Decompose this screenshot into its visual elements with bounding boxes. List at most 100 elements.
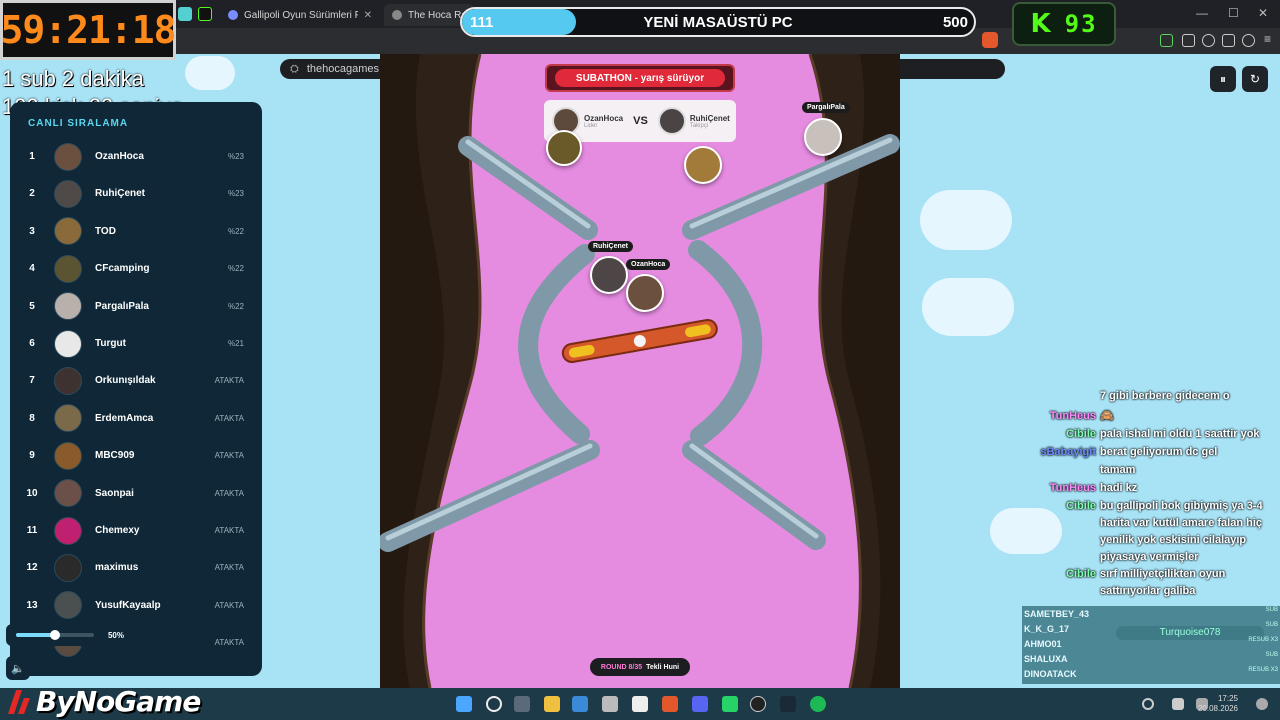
- explorer-icon[interactable]: [544, 696, 560, 712]
- minimize-icon[interactable]: —: [1196, 6, 1208, 20]
- player-status: %22: [227, 264, 244, 274]
- music-icon[interactable]: [1202, 34, 1215, 47]
- tray-volume-icon[interactable]: [1172, 698, 1184, 710]
- player-name: Orkunışıldak: [95, 375, 156, 387]
- banner-text: SUBATHON - yarış sürüyor: [555, 69, 725, 87]
- player-status: %23: [227, 189, 244, 199]
- speaker-icon[interactable]: 🔈: [6, 656, 30, 680]
- leaderboard-row: 8 ErdemAmca ATAKTA: [10, 400, 262, 437]
- tab-gallipoli[interactable]: Gallipoli Oyun Sürümleri Farkları - G...…: [220, 4, 380, 26]
- sub-rule-text: 1 sub 2 dakika: [2, 66, 144, 91]
- player-name: CFcamping: [95, 263, 150, 275]
- rank: 11: [26, 525, 38, 536]
- volume-value: 50%: [107, 630, 124, 640]
- notion-icon[interactable]: [632, 696, 648, 712]
- rank: 7: [29, 375, 35, 387]
- vs-right-name: RuhiÇenet: [689, 113, 730, 123]
- extension-icon[interactable]: [1160, 34, 1173, 47]
- reset-button[interactable]: ↻: [1242, 66, 1268, 92]
- player-tag: OzanHoca: [626, 259, 671, 270]
- player-status: ATAKTA: [214, 563, 244, 573]
- discord-icon[interactable]: [692, 696, 708, 712]
- photos-icon[interactable]: [572, 696, 588, 712]
- tab-favicon-1[interactable]: [178, 7, 192, 21]
- event-name: SAMETBEY_43: [1024, 609, 1090, 619]
- brave-icon[interactable]: [662, 696, 678, 712]
- menu-icon[interactable]: ≡: [1264, 32, 1271, 46]
- round-label: ROUND 8/35: [600, 663, 643, 671]
- tab-title: The Hoca Ra...: [408, 9, 466, 21]
- tab-title: Gallipoli Oyun Sürümleri Farkları - G...: [244, 9, 358, 21]
- close-window-icon[interactable]: ✕: [1258, 6, 1268, 20]
- task-view-icon[interactable]: [514, 696, 530, 712]
- volume-track[interactable]: [16, 630, 94, 640]
- avatar: [54, 179, 82, 208]
- search-icon[interactable]: [486, 696, 502, 712]
- rank: 2: [29, 188, 35, 200]
- leaderboard-row: 6 Turgut %21: [10, 325, 262, 362]
- volume-slider[interactable]: 50%: [6, 624, 134, 646]
- cloud-decoration: [920, 190, 1012, 250]
- leaderboard-row: 1 OzanHoca %23: [10, 138, 262, 175]
- rank: 12: [26, 562, 38, 574]
- puzzle-icon[interactable]: [1182, 34, 1195, 47]
- rank: 5: [29, 300, 35, 312]
- avatar: [54, 217, 82, 246]
- recent-events: Turquoise078 SAMETBEY_43 SUB K_K_G_17 SUB AH…: [1022, 606, 1280, 684]
- ai-icon[interactable]: [602, 696, 618, 712]
- spotify-icon[interactable]: [810, 696, 826, 712]
- brave-shield-icon[interactable]: [982, 32, 998, 48]
- event-type: RESUB X3: [1248, 637, 1278, 643]
- steam-icon[interactable]: [780, 696, 796, 712]
- leaderboard-title: CANLI SIRALAMA: [28, 118, 129, 129]
- chat-text: hadi kz: [1100, 482, 1138, 494]
- clock[interactable]: 17:25 20.08.2026: [1198, 694, 1238, 714]
- avatar: [54, 404, 82, 433]
- player-status: ATAKTA: [214, 638, 244, 648]
- player-status: ATAKTA: [214, 451, 244, 461]
- avatar: [54, 516, 82, 545]
- event-type: RESUB X3: [1248, 667, 1278, 673]
- obs-icon[interactable]: [750, 696, 766, 712]
- pause-button[interactable]: ⏸: [1210, 66, 1236, 92]
- avatar: [54, 366, 82, 395]
- chat-username: Cibile: [1066, 568, 1096, 580]
- windows-start-icon[interactable]: [456, 696, 472, 712]
- close-icon[interactable]: ✕: [364, 10, 372, 21]
- leaderboard-row: 4 CFcamping %22: [10, 250, 262, 287]
- leaderboard-row: 10 Saonpai ATAKTA: [10, 475, 262, 512]
- player-name: Chemexy: [95, 525, 140, 536]
- gemini-icon: [228, 10, 238, 20]
- maximize-icon[interactable]: ☐: [1228, 6, 1239, 20]
- cloud-decoration: [185, 56, 235, 90]
- clock-time: 17:25: [1217, 694, 1238, 703]
- tray-wifi-icon[interactable]: [1142, 698, 1154, 710]
- vs-left-sub: Lider: [584, 122, 598, 129]
- chat-text: sırf milliyetçilikten oyun sattırıyorlar…: [1100, 568, 1226, 597]
- player-status: %23: [227, 152, 244, 161]
- download-icon[interactable]: [1222, 34, 1235, 47]
- rank: 6: [29, 338, 35, 349]
- player-tag: RuhiÇenet: [588, 241, 633, 252]
- site-info-icon[interactable]: ⛭: [290, 63, 299, 76]
- avatar: [657, 107, 686, 135]
- player-name: YusufKayaalp: [95, 599, 161, 611]
- chat-username: TunHeus: [1049, 410, 1096, 422]
- round-indicator: ROUND 8/35 Tekli Huni: [590, 658, 690, 676]
- vpn-icon[interactable]: [1242, 34, 1255, 47]
- event-name: K_K_G_17: [1024, 624, 1070, 634]
- rank: 8: [29, 412, 35, 424]
- vs-right-sub: Takipçi: [689, 122, 709, 129]
- kick-tab-icon[interactable]: [198, 7, 212, 21]
- avatar: [54, 254, 82, 283]
- notification-icon[interactable]: [1256, 698, 1268, 710]
- vs-left-name: OzanHoca: [584, 113, 624, 123]
- volume-knob[interactable]: [49, 630, 60, 640]
- cloud-decoration: [922, 278, 1014, 336]
- player-status: %21: [227, 339, 244, 348]
- chat-username: Cibile: [1066, 500, 1096, 512]
- whatsapp-icon[interactable]: [722, 696, 738, 712]
- leaderboard-row: 13 YusufKayaalp ATAKTA: [10, 587, 262, 624]
- bynogame-logo: ByNoGame: [0, 682, 201, 720]
- race-game-area[interactable]: SUBATHON - yarış sürüyor OzanHoca Lider …: [380, 54, 900, 688]
